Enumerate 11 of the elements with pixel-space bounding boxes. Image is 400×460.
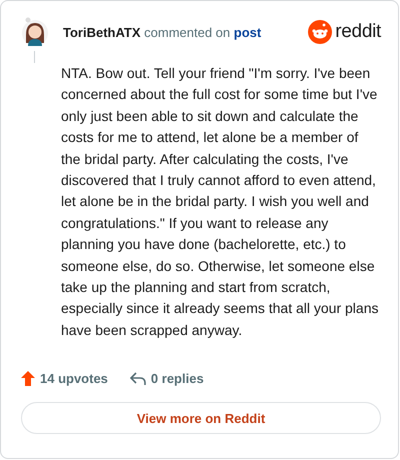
upvote-count: 14 upvotes xyxy=(40,371,108,386)
brand-name: reddit xyxy=(335,21,381,43)
comment-header: ToriBethATX commented on post xyxy=(63,24,262,40)
avatar-icon xyxy=(21,17,49,47)
view-more-button[interactable]: View more on Reddit xyxy=(21,402,381,434)
reply-count: 0 replies xyxy=(150,371,204,386)
post-link[interactable]: post xyxy=(234,24,262,40)
upvote-icon[interactable] xyxy=(21,371,35,386)
reply-icon[interactable] xyxy=(130,372,146,386)
reddit-logo-icon xyxy=(308,20,332,44)
comment-text: NTA. Bow out. Tell your friend "I'm sorry. I've been concerned about the full cost for some time but I've only just been able to sit down and calculate the costs for me to attend, let alone be a member of the bridal party. After calculating the costs, I've discovered that I truly cannot afford to even attend, let alone be in the bridal party. I wish you well and congratulations." If you want to release any planning you have done (bachelorette, etc.) to someone else, do so. Otherwise, let someone else take up the planning and start from scratch, especially since it already seems that all your plans have been scrapped anyway. xyxy=(61,64,380,340)
